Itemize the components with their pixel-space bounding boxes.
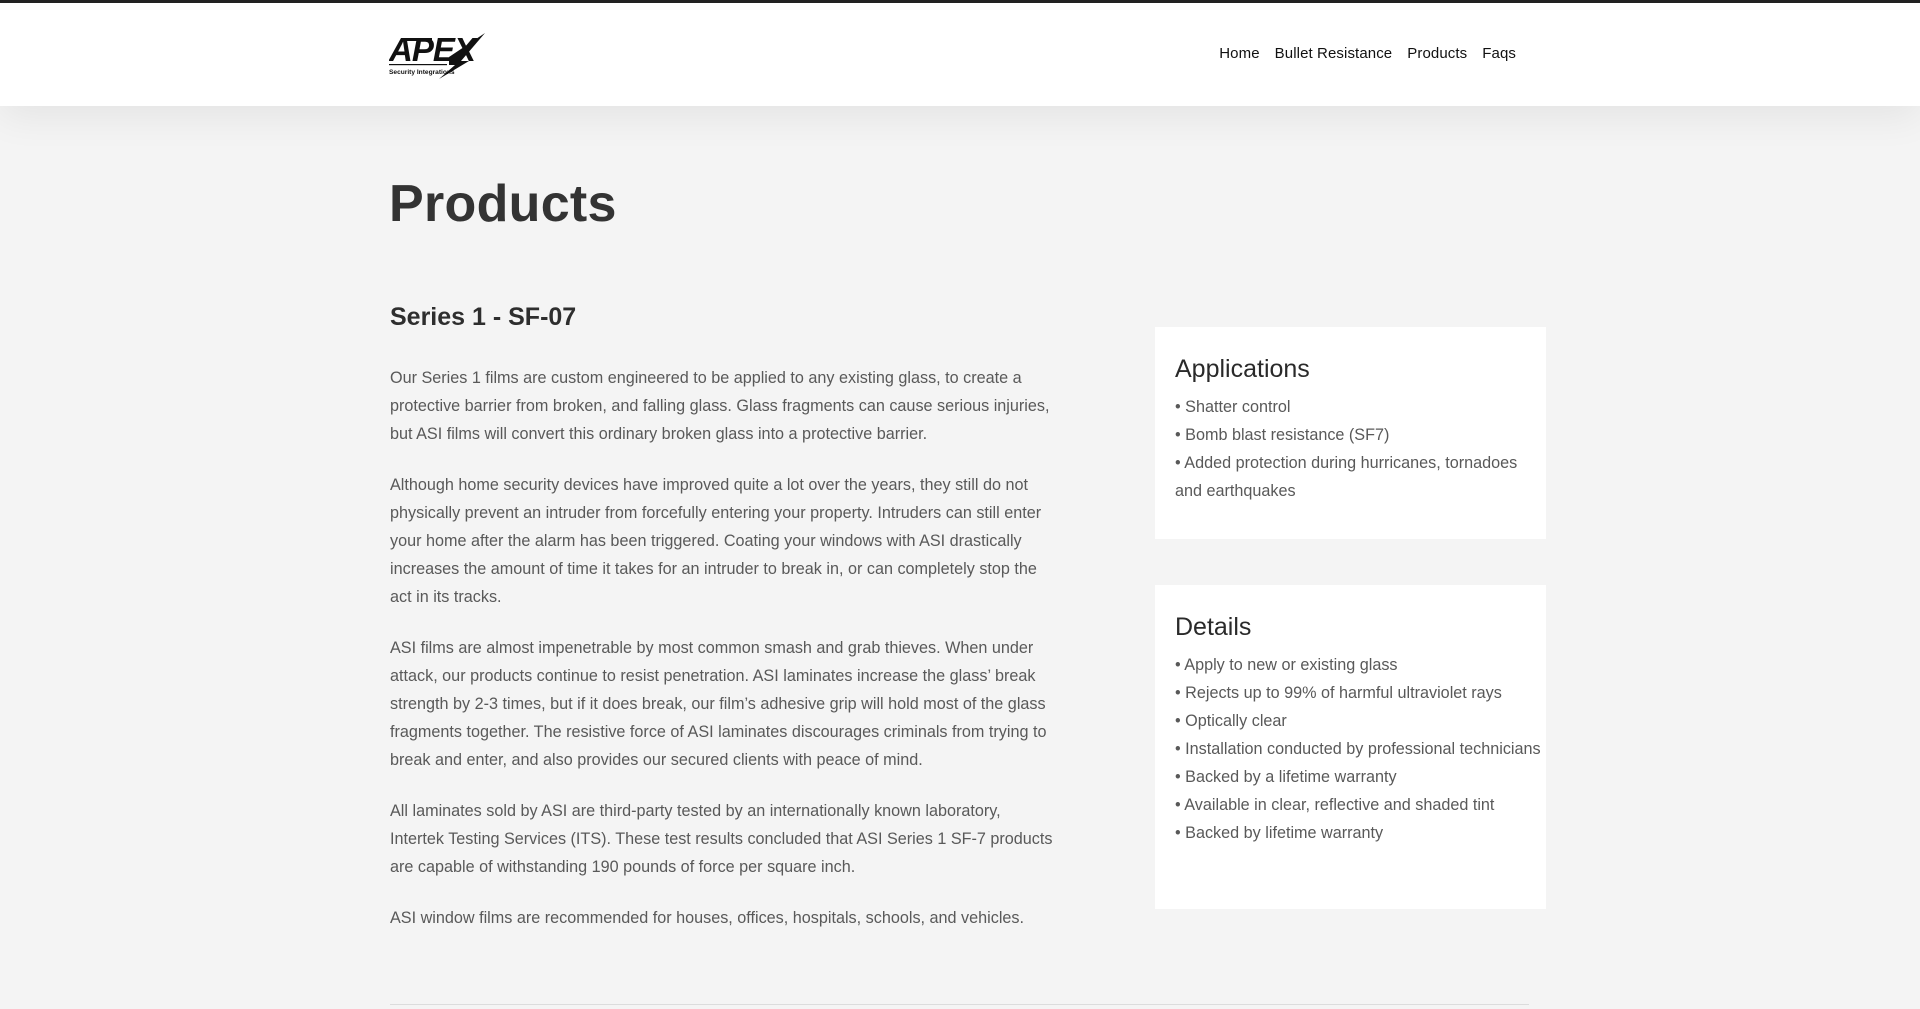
- details-card: Details • Apply to new or existing glass…: [1155, 585, 1546, 909]
- paragraph: Our Series 1 films are custom engineered…: [390, 369, 1050, 443]
- paragraph: Although home security devices have impr…: [390, 476, 1042, 606]
- list-item: • Available in clear, reflective and sha…: [1175, 796, 1495, 814]
- details-list: • Apply to new or existing glass • Rejec…: [1175, 651, 1542, 847]
- series-title: Series 1 - SF-07: [390, 303, 577, 331]
- paragraph: ASI window films are recommended for hou…: [390, 909, 1025, 927]
- product-description: Our Series 1 films are custom engineered…: [390, 364, 1055, 955]
- apex-logo-mark: APEX Security Integrations: [388, 31, 485, 79]
- list-item: • Backed by a lifetime warranty: [1175, 768, 1397, 786]
- logo-tagline: Security Integrations: [389, 69, 455, 76]
- list-item: • Bomb blast resistance (SF7): [1175, 426, 1390, 444]
- paragraph: All laminates sold by ASI are third-part…: [390, 802, 1053, 876]
- list-item: • Rejects up to 99% of harmful ultraviol…: [1175, 684, 1502, 702]
- site-header: APEX Security Integrations Home Bullet R…: [0, 3, 1920, 106]
- nav-products[interactable]: Products: [1407, 45, 1467, 62]
- list-item: • Installation conducted by professional…: [1175, 740, 1541, 758]
- applications-list: • Shatter control • Bomb blast resistanc…: [1175, 393, 1542, 505]
- content-divider: [390, 1004, 1529, 1005]
- list-item: • Apply to new or existing glass: [1175, 656, 1398, 674]
- list-item: • Added protection during hurricanes, to…: [1175, 454, 1518, 500]
- paragraph: ASI films are almost impenetrable by mos…: [390, 639, 1047, 769]
- nav-bullet-resistance[interactable]: Bullet Resistance: [1275, 45, 1393, 62]
- applications-title: Applications: [1175, 355, 1310, 383]
- nav-home[interactable]: Home: [1219, 45, 1259, 62]
- main-nav: Home Bullet Resistance Products Faqs: [1219, 45, 1516, 62]
- nav-faqs[interactable]: Faqs: [1482, 45, 1516, 62]
- apex-logo[interactable]: APEX Security Integrations: [388, 31, 493, 79]
- list-item: • Backed by lifetime warranty: [1175, 824, 1384, 842]
- details-title: Details: [1175, 613, 1252, 641]
- page-title: Products: [389, 175, 617, 233]
- applications-card: Applications • Shatter control • Bomb bl…: [1155, 327, 1546, 539]
- list-item: • Shatter control: [1175, 398, 1291, 416]
- list-item: • Optically clear: [1175, 712, 1287, 730]
